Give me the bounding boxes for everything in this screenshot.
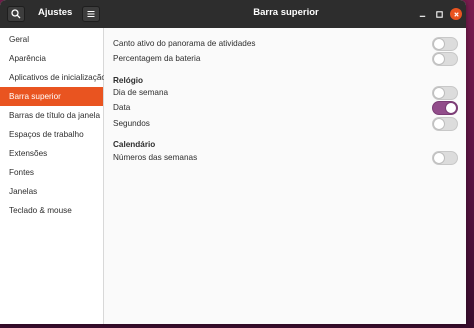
setting-label: Números das semanas [113,153,198,162]
sidebar: Geral Aparência Aplicativos de inicializ… [0,28,106,324]
switch-knob [433,152,445,164]
switch-knob [433,38,445,50]
setting-row-week-numbers: Números das semanas [113,151,458,165]
date-switch[interactable] [432,101,458,115]
minimize-button[interactable] [416,8,428,20]
week-numbers-switch[interactable] [432,151,458,165]
sidebar-item-barra-superior[interactable]: Barra superior [0,87,103,106]
sidebar-item-teclado-mouse[interactable]: Teclado & mouse [0,201,103,220]
settings-window: Ajustes Barra superior Geral Aparência A… [0,0,466,324]
minimize-icon [419,15,425,17]
hamburger-menu-icon [87,10,95,18]
seconds-switch[interactable] [432,117,458,131]
setting-row-weekday: Dia de semana [113,86,458,100]
setting-label: Canto ativo do panorama de atividades [113,39,256,48]
menu-button[interactable] [82,6,100,22]
app-title: Ajustes [38,7,73,18]
search-icon [11,9,21,19]
sidebar-item-aplicativos-de-inicializacao[interactable]: Aplicativos de inicialização [0,68,106,87]
header-bar: Ajustes Barra superior [0,0,466,28]
setting-label: Percentagem da bateria [113,54,201,63]
setting-row-seconds: Segundos [113,117,458,131]
page-title: Barra superior [253,7,319,18]
hot-corner-switch[interactable] [432,37,458,51]
sidebar-item-aparencia[interactable]: Aparência [0,49,103,68]
switch-knob [433,87,445,99]
section-title-calendar: Calendário [113,140,156,149]
battery-percentage-switch[interactable] [432,52,458,66]
setting-label: Segundos [113,119,150,128]
sidebar-item-espacos-de-trabalho[interactable]: Espaços de trabalho [0,125,103,144]
switch-knob [445,102,457,114]
maximize-button[interactable] [433,8,445,20]
sidebar-item-extensoes[interactable]: Extensões [0,144,103,163]
sidebar-item-fontes[interactable]: Fontes [0,163,103,182]
sidebar-item-barras-de-titulo[interactable]: Barras de título da janela [0,106,103,125]
switch-knob [433,53,445,65]
setting-row-battery-percentage: Percentagem da bateria [113,52,458,66]
section-title-clock: Relógio [113,76,144,85]
close-button[interactable] [450,8,462,20]
switch-knob [433,118,445,130]
search-button[interactable] [7,6,25,22]
settings-panel: Canto ativo do panorama de atividades Pe… [104,28,466,324]
weekday-switch[interactable] [432,86,458,100]
setting-row-hot-corner: Canto ativo do panorama de atividades [113,37,458,51]
maximize-icon [435,10,443,18]
sidebar-item-geral[interactable]: Geral [0,30,103,49]
sidebar-item-janelas[interactable]: Janelas [0,182,103,201]
setting-row-date: Data [113,101,458,115]
close-icon [453,11,459,17]
setting-label: Data [113,103,131,112]
setting-label: Dia de semana [113,88,169,97]
